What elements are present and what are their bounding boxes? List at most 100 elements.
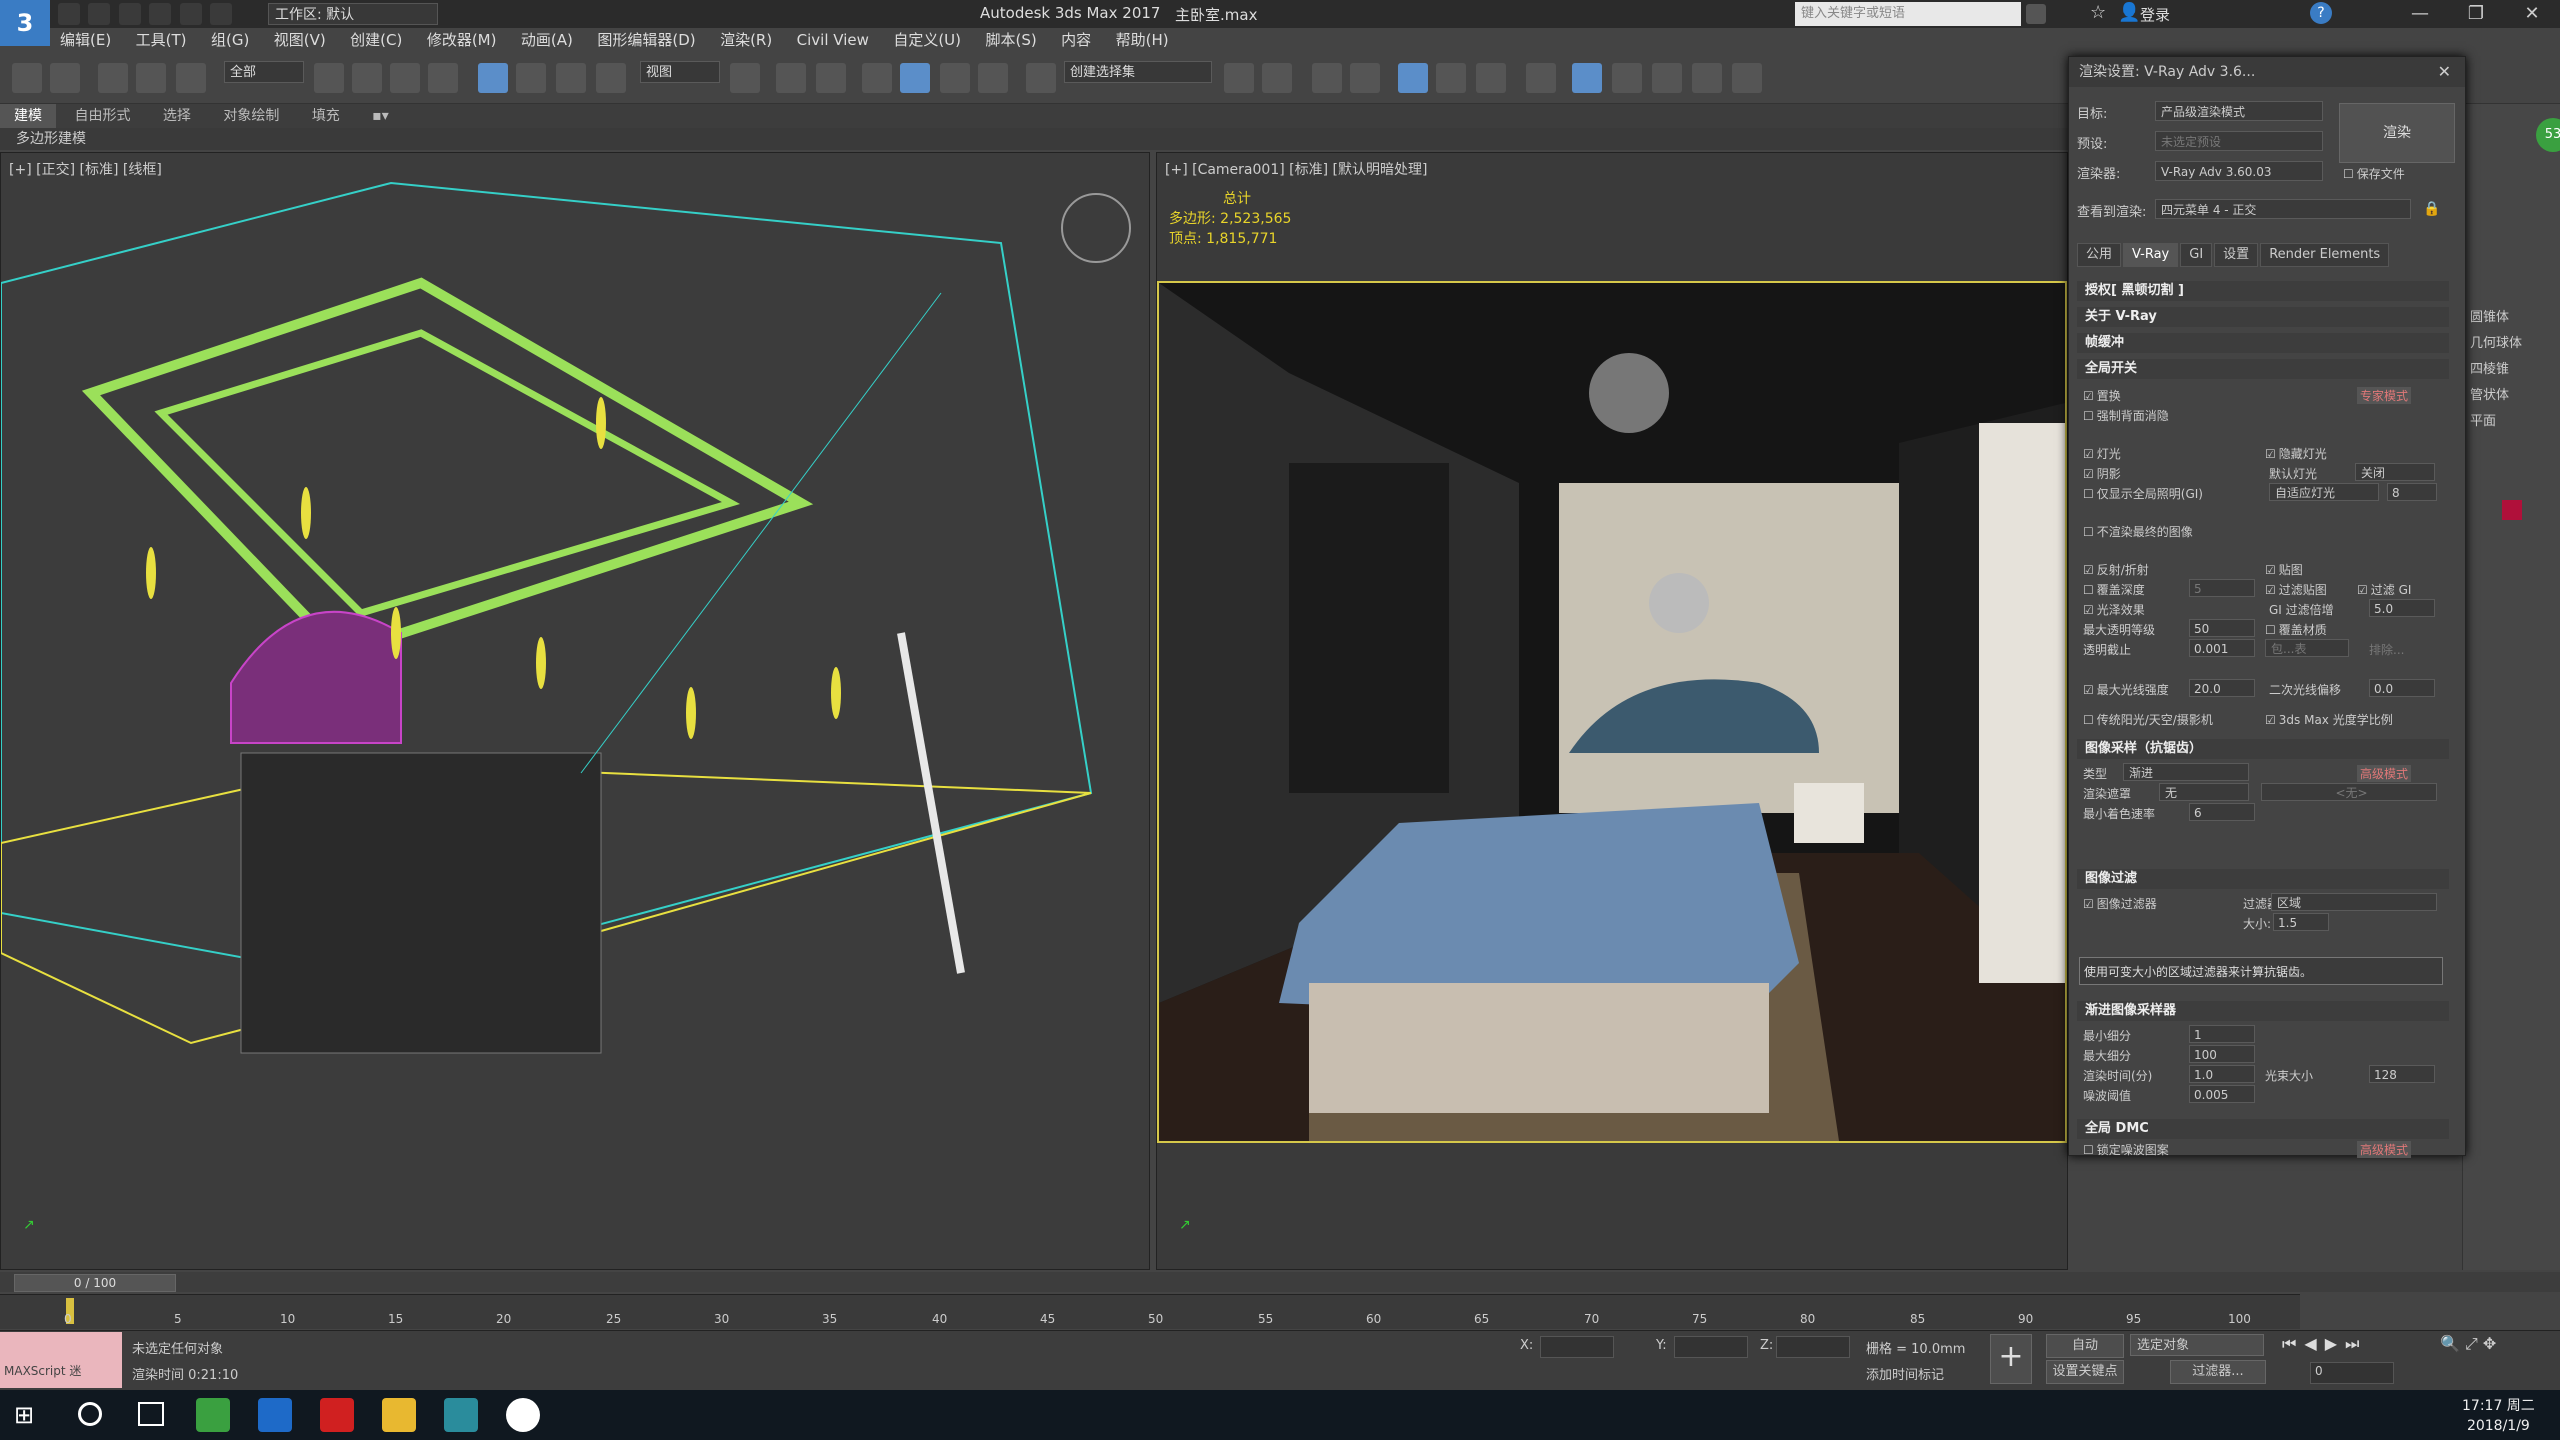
select-manipulate-icon[interactable] xyxy=(776,63,806,93)
ribbon-tab-freeform[interactable]: 自由形式 xyxy=(60,104,144,128)
mirror-icon[interactable] xyxy=(1224,63,1254,93)
vray-toolbar-icon[interactable] xyxy=(1732,63,1762,93)
create-item-pyramid[interactable]: 四棱锥 xyxy=(2470,358,2509,377)
filter-gi-checkbox[interactable]: 过滤 GI xyxy=(2357,581,2412,598)
search-icon[interactable] xyxy=(2026,4,2046,24)
max-ray-intensity-spinner[interactable]: 20.0 xyxy=(2189,679,2255,697)
menu-tools[interactable]: 工具(T) xyxy=(126,28,197,52)
save-file-checkbox[interactable]: 保存文件 xyxy=(2343,165,2405,182)
section-progressive-sampler[interactable]: 渐进图像采样器 xyxy=(2077,1001,2449,1021)
gi-only-checkbox[interactable]: 仅显示全局照明(GI) xyxy=(2083,485,2203,502)
move-icon[interactable] xyxy=(478,63,508,93)
section-image-sampler[interactable]: 图像采样（抗锯齿） xyxy=(2077,739,2449,759)
override-depth-spinner[interactable]: 5 xyxy=(2189,579,2255,597)
link-icon[interactable] xyxy=(98,63,128,93)
tab-common[interactable]: 公用 xyxy=(2077,243,2122,267)
playback-controls[interactable]: ⏮◀▶⏭ xyxy=(2282,1334,2432,1356)
pivot-center-icon[interactable] xyxy=(730,63,760,93)
create-item-tube[interactable]: 管状体 xyxy=(2470,384,2509,403)
dialog-close-icon[interactable]: ✕ xyxy=(2438,57,2451,87)
create-item-geosphere[interactable]: 几何球体 xyxy=(2470,332,2522,351)
ribbon-tab-populate[interactable]: 填充 xyxy=(298,104,354,128)
ribbon-options-icon[interactable]: ▪▾ xyxy=(358,104,403,128)
login-link[interactable]: 登录 xyxy=(2140,4,2170,25)
max-transp-spinner[interactable]: 50 xyxy=(2189,619,2255,637)
region-select-icon[interactable] xyxy=(390,63,420,93)
viewport-nav-icons[interactable]: 🔍 ⤢ ✥ xyxy=(2440,1334,2556,1384)
scale-icon[interactable] xyxy=(556,63,586,93)
ribbon-subtitle[interactable]: 多边形建模 xyxy=(0,128,2070,150)
material-editor-icon[interactable] xyxy=(1526,63,1556,93)
key-filters-button[interactable]: 过滤器... xyxy=(2170,1360,2266,1384)
unlink-icon[interactable] xyxy=(136,63,166,93)
section-global-dmc[interactable]: 全局 DMC xyxy=(2077,1119,2449,1139)
dont-render-final-checkbox[interactable]: 不渲染最终的图像 xyxy=(2083,523,2193,540)
menu-scripting[interactable]: 脚本(S) xyxy=(975,28,1046,52)
save-file-icon[interactable] xyxy=(118,3,141,25)
selection-filter-select[interactable]: 全部 xyxy=(224,61,304,83)
transp-cutoff-spinner[interactable]: 0.001 xyxy=(2189,639,2255,657)
gi-filter-mult-spinner[interactable]: 5.0 xyxy=(2369,599,2435,617)
outlook-icon[interactable] xyxy=(258,1398,292,1432)
redo-icon[interactable] xyxy=(179,3,202,25)
hidden-lights-checkbox[interactable]: 隐藏灯光 xyxy=(2265,445,2327,462)
snap-3d-icon[interactable] xyxy=(862,63,892,93)
tab-vray[interactable]: V-Ray xyxy=(2123,243,2179,267)
preset-select[interactable]: 未选定预设 xyxy=(2155,131,2323,151)
window-crossing-icon[interactable] xyxy=(428,63,458,93)
ribbon-toggle-icon[interactable] xyxy=(1398,63,1428,93)
force-backface-checkbox[interactable]: 强制背面消隐 xyxy=(2083,407,2169,424)
min-shading-spinner[interactable]: 6 xyxy=(2189,803,2255,821)
minimize-button[interactable]: — xyxy=(2392,0,2448,28)
auto-light-spinner[interactable]: 8 xyxy=(2387,483,2437,501)
render-iterative-icon[interactable] xyxy=(1692,63,1722,93)
view-to-render-select[interactable]: 四元菜单 4 - 正交 xyxy=(2155,199,2411,219)
render-mask-select[interactable]: 无 xyxy=(2159,783,2249,801)
task-view-icon[interactable] xyxy=(138,1402,164,1426)
menu-create[interactable]: 创建(C) xyxy=(340,28,412,52)
renderer-select[interactable]: V-Ray Adv 3.60.03 xyxy=(2155,161,2323,181)
windows-start-icon[interactable]: ⊞ xyxy=(14,1400,44,1430)
place-icon[interactable] xyxy=(596,63,626,93)
reflect-refract-checkbox[interactable]: 反射/折射 xyxy=(2083,561,2149,578)
section-image-filter[interactable]: 图像过滤 xyxy=(2077,869,2449,889)
new-file-icon[interactable] xyxy=(58,3,80,25)
maximize-button[interactable]: ❐ xyxy=(2448,0,2504,28)
bind-spacewarp-icon[interactable] xyxy=(176,63,206,93)
file-explorer-icon[interactable] xyxy=(382,1398,416,1432)
add-time-tag[interactable]: 添加时间标记 xyxy=(1866,1364,1944,1383)
render-production-icon[interactable] xyxy=(1652,63,1682,93)
section-authorization[interactable]: 授权[ 黑顿切割 ] xyxy=(2077,281,2449,301)
dmc-expert-button[interactable]: 高级模式 xyxy=(2357,1141,2412,1158)
named-selection-select[interactable]: 创建选择集 xyxy=(1064,61,1212,83)
photometric-scale-checkbox[interactable]: 3ds Max 光度学比例 xyxy=(2265,711,2393,728)
bundle-size-spinner[interactable]: 128 xyxy=(2369,1065,2435,1083)
undo-icon[interactable] xyxy=(12,63,42,93)
browser-icon[interactable] xyxy=(196,1398,230,1432)
lock-icon[interactable]: 🔒 xyxy=(2423,201,2440,217)
menu-content[interactable]: 内容 xyxy=(1051,28,1101,52)
3dsmax-taskbar-icon[interactable] xyxy=(444,1398,478,1432)
sampler-expert-button[interactable]: 高级模式 xyxy=(2357,765,2412,782)
include-exclude-select[interactable]: 包...表 xyxy=(2265,639,2349,657)
viewcube-icon[interactable] xyxy=(1061,193,1131,263)
render-mask-object[interactable]: <无> xyxy=(2261,783,2437,801)
maxscript-listener[interactable]: MAXScript 迷 xyxy=(0,1332,122,1388)
percent-snap-icon[interactable] xyxy=(940,63,970,93)
color-swatch[interactable] xyxy=(2502,500,2522,520)
section-global-switches[interactable]: 全局开关 xyxy=(2077,359,2449,379)
news-app-icon[interactable] xyxy=(320,1398,354,1432)
align-icon[interactable] xyxy=(1262,63,1292,93)
project-folder-icon[interactable] xyxy=(210,3,233,25)
time-slider[interactable] xyxy=(0,1272,2560,1292)
min-subdivs-spinner[interactable]: 1 xyxy=(2189,1025,2255,1043)
max-subdivs-spinner[interactable]: 100 xyxy=(2189,1045,2255,1063)
layer-explorer-icon[interactable] xyxy=(1312,63,1342,93)
close-button[interactable]: ✕ xyxy=(2504,0,2560,28)
create-item-plane[interactable]: 平面 xyxy=(2470,410,2496,429)
displacement-checkbox[interactable]: 置换 xyxy=(2083,387,2121,404)
angle-snap-icon[interactable] xyxy=(900,63,930,93)
shadows-checkbox[interactable]: 阴影 xyxy=(2083,465,2121,482)
default-lights-select[interactable]: 关闭 xyxy=(2355,463,2435,481)
menu-modifiers[interactable]: 修改器(M) xyxy=(417,28,507,52)
